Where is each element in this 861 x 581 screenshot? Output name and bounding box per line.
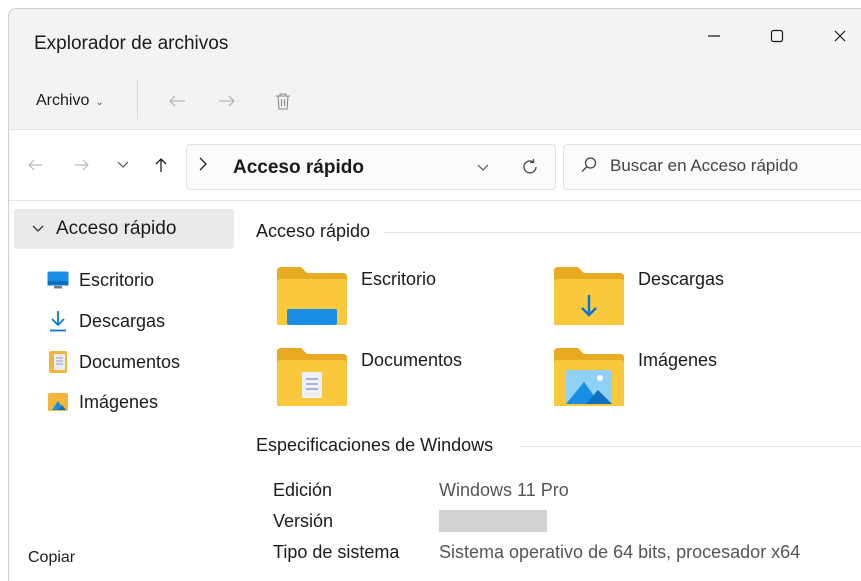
minimize-button[interactable] [691,19,737,53]
chevron-down-icon [117,161,129,168]
chevron-down-icon [32,222,44,236]
address-dropdown-button[interactable] [477,158,489,175]
section-divider [520,446,861,447]
folder-tile-descargas[interactable]: Descargas [542,265,812,335]
back-arrow-icon [169,95,185,107]
command-bar: Archivo ⌄ [9,73,861,129]
sidebar-item-label: Documentos [79,351,181,372]
sidebar-item-label: Imágenes [79,391,159,412]
maximize-icon [770,29,784,43]
archivo-menu[interactable]: Archivo ⌄ [36,89,104,113]
chevron-down-icon [477,164,489,171]
content-pane: Acceso rápido Escritorio Descargas Docum… [235,201,861,581]
chevron-right-icon [199,157,207,176]
downloads-folder-icon [554,267,624,325]
up-arrow-icon [155,158,167,172]
folder-tile-escritorio[interactable]: Escritorio [265,265,535,335]
forward-arrow-icon [75,159,89,171]
quick-access-section-title: Acceso rápido [256,221,371,241]
desktop-folder-icon [277,267,347,325]
recent-locations-button[interactable] [110,152,136,178]
forward-arrow-icon [219,95,235,107]
folder-tile-documentos[interactable]: Documentos [265,346,535,416]
sidebar-header-label: Acceso rápido [56,218,177,239]
forward-button[interactable] [69,152,95,178]
navigation-pane: Acceso rápido Escritorio Descargas Docum… [9,201,235,581]
refresh-icon [523,159,537,174]
address-row: Acceso rápido [9,129,861,200]
redacted-version-value [439,510,547,532]
redo-button[interactable] [214,88,240,114]
refresh-button[interactable] [521,153,539,182]
spec-key: Edición [273,479,333,500]
sidebar-item-descargas[interactable]: Descargas [47,307,165,335]
copy-status-text: Copiar [28,549,76,566]
archivo-label: Archivo [36,92,90,109]
folder-tile-label: Documentos [361,350,463,370]
back-button[interactable] [22,152,48,178]
search-icon [580,156,598,179]
minimize-icon [708,35,720,37]
spec-value: Windows 11 Pro [439,479,569,500]
spec-value: Sistema operativo de 64 bits, procesador… [439,541,801,562]
spec-row-tipo-de-sistema: Tipo de sistema Sistema operativo de 64 … [273,539,800,565]
back-arrow-icon [28,159,42,171]
folder-tile-imagenes[interactable]: Imágenes [542,346,812,416]
download-icon [47,311,69,332]
pictures-icon [47,392,69,412]
search-input[interactable] [610,155,860,177]
sidebar-item-acceso-rapido[interactable]: Acceso rápido [14,209,234,249]
folder-tile-label: Escritorio [361,269,437,289]
folder-tile-label: Descargas [638,269,725,289]
spec-row-version: Versión [273,508,547,534]
spec-row-edicion: Edición Windows 11 Pro [273,477,569,503]
window-title: Explorador de archivos [34,33,229,54]
sidebar-item-label: Escritorio [79,269,155,290]
documents-icon [47,351,69,373]
windows-specs-section-title: Especificaciones de Windows [256,435,494,455]
desktop-icon [47,270,69,290]
up-button[interactable] [148,152,174,178]
section-divider [383,232,861,233]
close-button[interactable] [817,19,861,53]
title-bar: Explorador de archivos [9,9,861,73]
sidebar-item-escritorio[interactable]: Escritorio [47,266,154,294]
sidebar-item-label: Descargas [79,310,166,331]
command-separator [137,79,138,119]
spec-key: Versión [273,510,334,531]
maximize-button[interactable] [754,19,800,53]
sidebar-item-imagenes[interactable]: Imágenes [47,388,158,416]
pictures-folder-icon [554,348,624,406]
file-explorer-window: Explorador de archivos Archivo ⌄ Acceso … [8,8,861,581]
explorer-body: Acceso rápido Escritorio Descargas Docum… [9,200,861,581]
close-icon [834,30,846,42]
chevron-down-icon: ⌄ [95,96,104,108]
trash-icon [276,93,290,110]
address-location[interactable]: Acceso rápido [233,157,364,179]
sidebar-item-documentos[interactable]: Documentos [47,348,180,376]
folder-tile-label: Imágenes [638,350,718,370]
address-bar[interactable]: Acceso rápido [186,144,556,190]
documents-folder-icon [277,348,347,406]
spec-key: Tipo de sistema [273,541,400,562]
undo-button[interactable] [164,88,190,114]
delete-button[interactable] [270,88,296,114]
search-box[interactable] [563,144,861,190]
